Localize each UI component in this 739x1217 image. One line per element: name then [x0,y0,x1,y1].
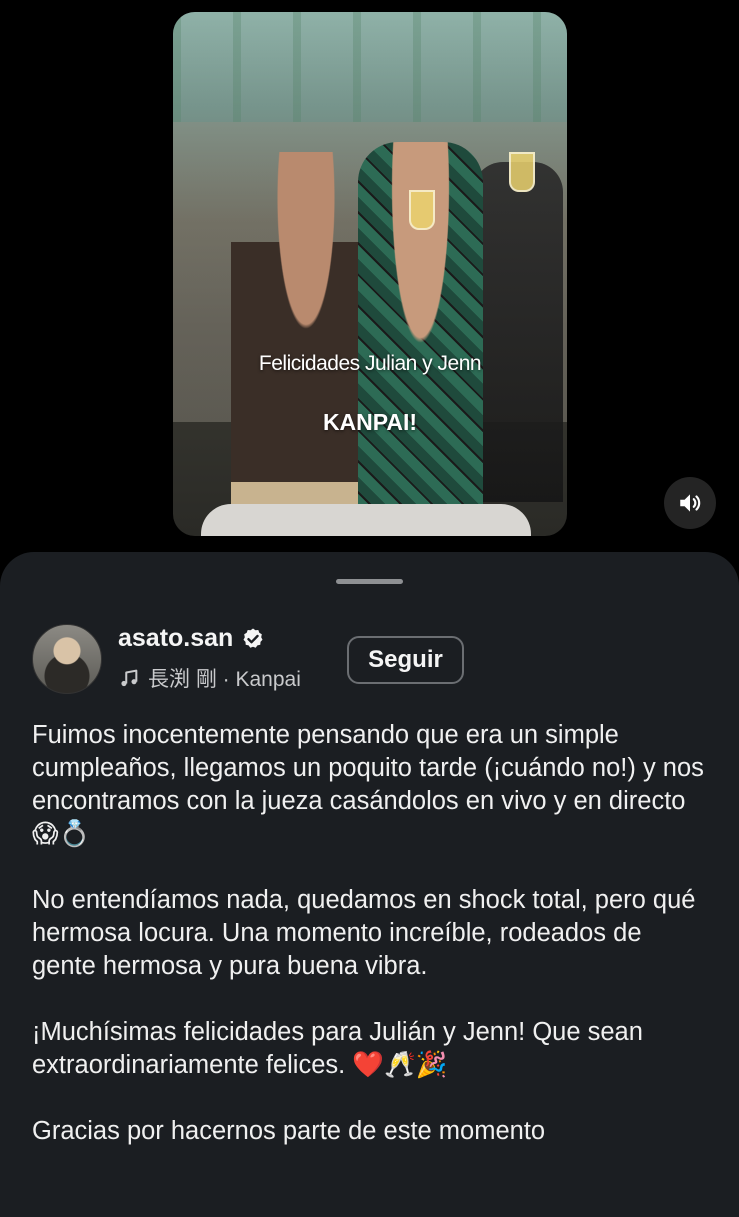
sheet-drag-handle[interactable] [336,579,403,584]
music-attribution[interactable]: 長渕 剛 · Kanpai [118,663,301,693]
post-caption: Fuimos inocentemente pensando que era un… [32,719,712,1181]
video-overlay-caption: Felicidades Julian y Jenn [258,352,482,375]
caption-paragraph: Gracias por hacernos parte de este momen… [32,1117,546,1145]
champagne-glass [509,152,535,192]
post-details-sheet: asato.san 長渕 剛 · Kanpai Seguir Fuimos in… [0,552,739,1217]
music-label: 長渕 剛 · Kanpai [148,668,301,691]
avatar[interactable] [32,624,102,694]
sound-toggle-button[interactable] [664,477,716,529]
reel-video[interactable]: Felicidades Julian y Jenn KANPAI! [173,12,567,536]
video-background-pergola [173,12,567,122]
champagne-glass [409,190,435,230]
follow-button[interactable]: Seguir [347,636,464,684]
verified-badge-icon [243,628,263,648]
post-author[interactable]: asato.san [118,624,265,653]
music-note-icon [121,669,138,687]
caption-paragraph: No entendíamos nada, quedamos en shock t… [32,886,696,980]
caption-paragraph: ¡Muchísimas felicidades para Julián y Je… [32,1018,643,1079]
video-overlay-title: KANPAI! [322,409,418,435]
speaker-on-icon [680,494,701,512]
username-label: asato.san [118,624,234,652]
video-table [201,504,531,536]
video-person-right [473,162,563,502]
caption-paragraph: Fuimos inocentemente pensando que era un… [32,721,704,848]
